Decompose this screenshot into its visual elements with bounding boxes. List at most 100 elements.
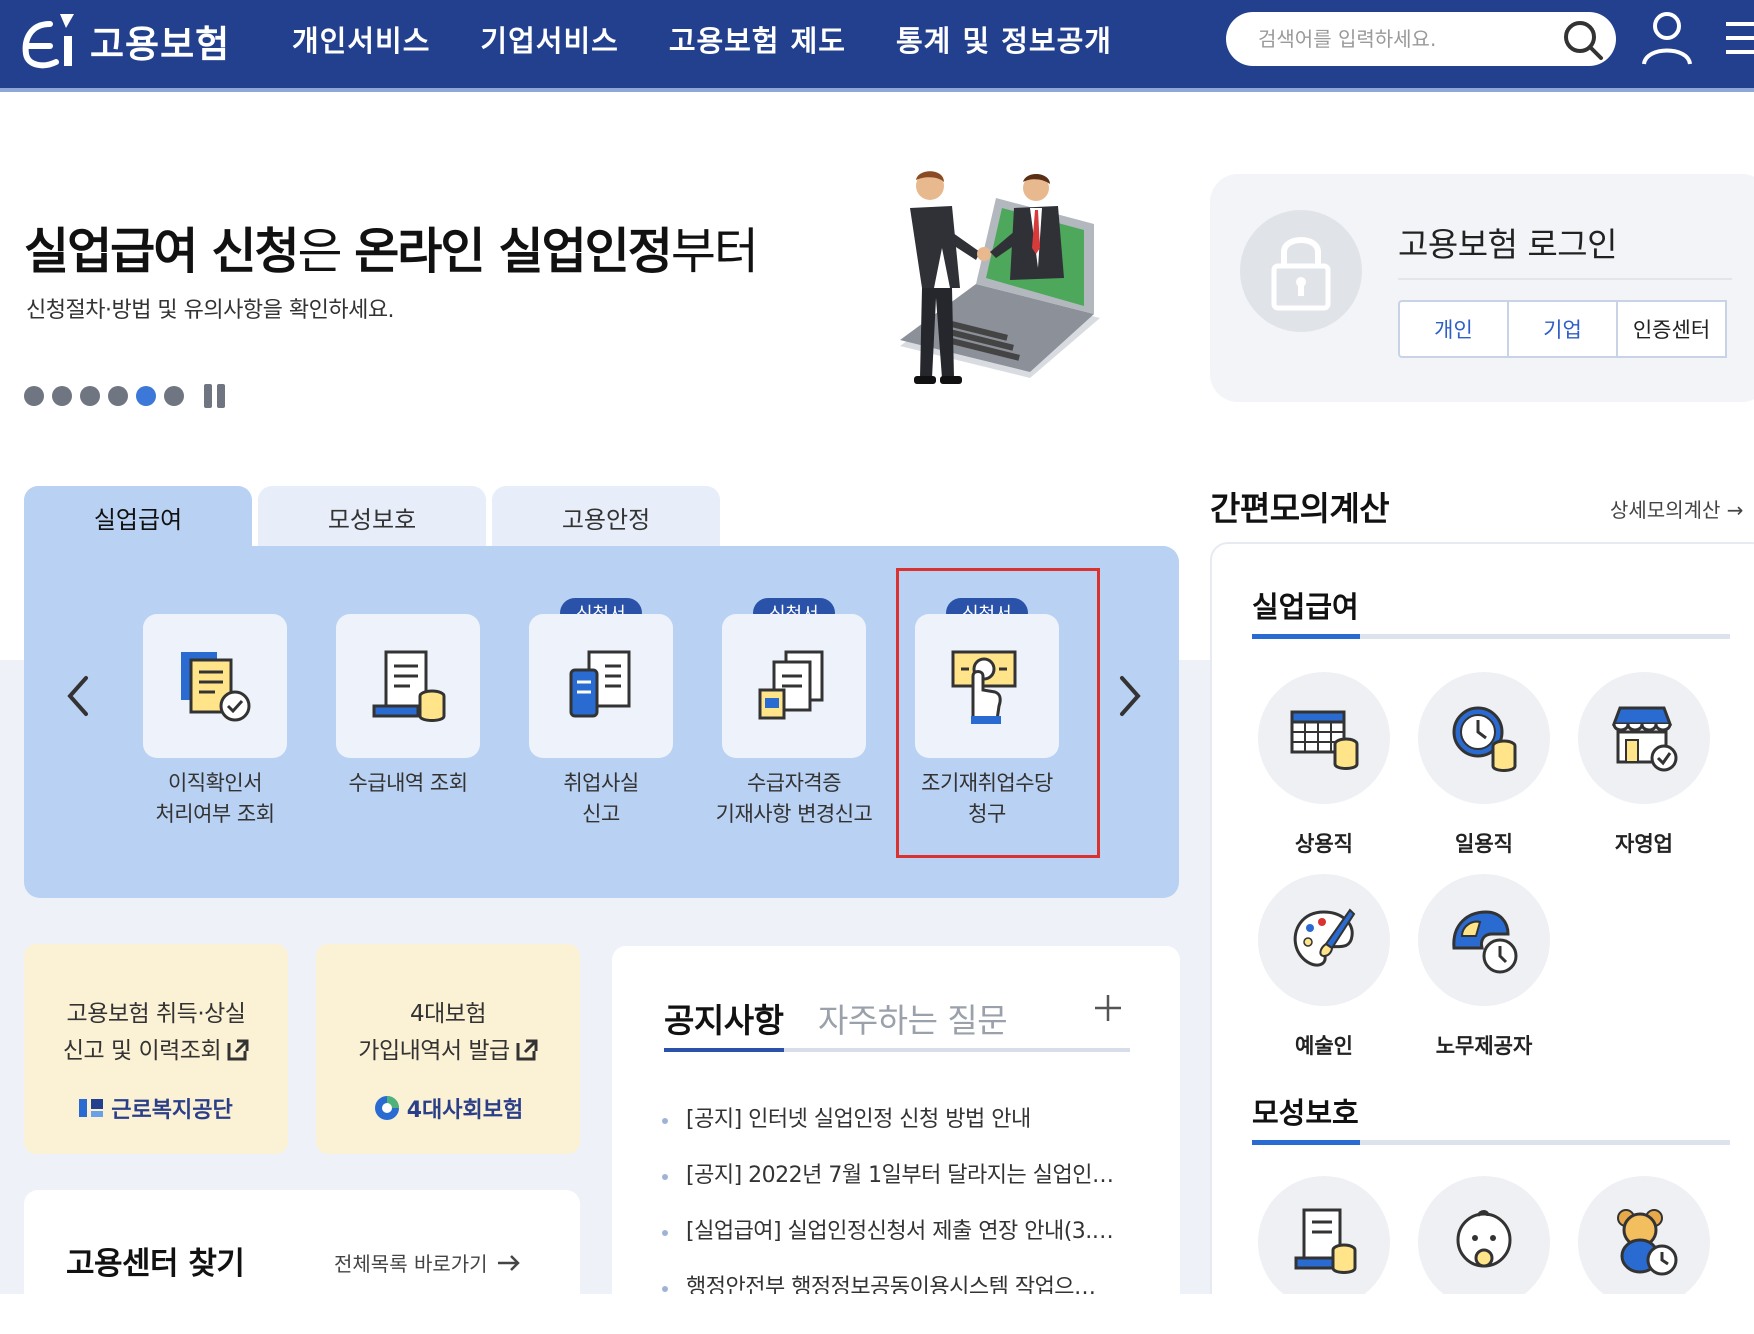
slide-dot[interactable] xyxy=(24,386,44,406)
clock-coins-icon xyxy=(1452,706,1517,772)
center-list-link[interactable]: 전체목록 바로가기 xyxy=(334,1248,522,1277)
quick-card-insurance-history[interactable]: 고용보험 취득·상실 신고 및 이력조회 근로복지공단 xyxy=(24,944,288,1154)
notice-item[interactable]: [공지] 2022년 7월 1일부터 달라지는 실업인… xyxy=(662,1148,1132,1204)
sim-section-bar-active xyxy=(1252,634,1360,639)
sim-label: 예술인 xyxy=(1295,1034,1353,1058)
nav-statistics[interactable]: 통계 및 정보공개 xyxy=(896,18,1112,60)
login-personal-button[interactable]: 개인 xyxy=(1398,300,1509,358)
service-resignation-check[interactable] xyxy=(143,614,287,758)
chevron-right-icon[interactable] xyxy=(1110,666,1150,726)
center-title: 고용센터 찾기 xyxy=(66,1246,245,1282)
quick-card-line: 고용보험 취득·상실 xyxy=(66,1001,246,1027)
quick-card-line: 신고 및 이력조회 xyxy=(24,1033,288,1070)
simulator-panel: 실업급여 상용직 일용직 자영업 예술인 노무제공자 모성보호 xyxy=(1210,542,1754,1334)
hero-title: 실업급여 신청은 온라인 실업인정부터 xyxy=(24,223,759,280)
document-check-icon xyxy=(181,652,251,722)
sim-icon-circle xyxy=(1578,672,1710,804)
sim-maternity-item-1[interactable] xyxy=(1258,1176,1390,1308)
sim-artist[interactable]: 예술인 xyxy=(1258,874,1390,1060)
sim-icon-circle xyxy=(1418,1176,1550,1308)
quick-card-text: 4대보험 가입내역서 발급 xyxy=(316,996,580,1070)
service-payment-history[interactable] xyxy=(336,614,480,758)
helmet-clock-icon xyxy=(1452,910,1518,974)
search-input[interactable] xyxy=(1258,22,1558,56)
quick-card-text: 고용보험 취득·상실 신고 및 이력조회 xyxy=(24,996,288,1070)
handshake-laptop-illustration xyxy=(900,171,1100,384)
sim-section-title: 모성보호 xyxy=(1252,1096,1359,1130)
nav-personal-service[interactable]: 개인서비스 xyxy=(292,18,430,60)
tab-employment-stability[interactable]: 고용안정 xyxy=(492,486,720,548)
quick-card-4insurance-certificate[interactable]: 4대보험 가입내역서 발급 4대사회보험 xyxy=(316,944,580,1154)
notice-list: [공지] 인터넷 실업인정 신청 방법 안내 [공지] 2022년 7월 1일부… xyxy=(662,1092,1132,1316)
org-logo-4insurance: 4대사회보험 xyxy=(316,1092,580,1124)
calendar-coins-icon xyxy=(1290,710,1359,770)
notice-tab-underline-active xyxy=(664,1048,784,1052)
tab-notice[interactable]: 공지사항 xyxy=(664,994,784,1042)
search-bar xyxy=(1226,12,1616,66)
service-label: 취업사실 신고 xyxy=(563,771,639,826)
plus-icon[interactable] xyxy=(1092,992,1124,1024)
org-logo-kcomwel: 근로복지공단 xyxy=(24,1092,288,1124)
sim-icon-circle xyxy=(1258,672,1390,804)
slide-dot-active[interactable] xyxy=(136,386,156,406)
4insurance-logo-icon xyxy=(374,1096,399,1120)
slide-indicator xyxy=(24,384,228,408)
service-employment-report[interactable] xyxy=(529,614,673,758)
sim-maternity-item-3[interactable] xyxy=(1578,1176,1710,1308)
sim-icon-circle xyxy=(1258,1176,1390,1308)
main-nav: 개인서비스 기업서비스 고용보험 제도 통계 및 정보공개 xyxy=(292,18,1112,60)
external-link-icon xyxy=(516,1039,538,1061)
slide-dot[interactable] xyxy=(52,386,72,406)
sim-icon-circle xyxy=(1258,874,1390,1006)
slide-dot[interactable] xyxy=(80,386,100,406)
kcomwel-logo-icon xyxy=(79,1099,104,1117)
sim-section-title: 실업급여 xyxy=(1252,590,1359,624)
menu-icon[interactable] xyxy=(1718,16,1754,60)
sim-maternity-item-2[interactable] xyxy=(1418,1176,1550,1308)
service-label: 이직확인서 처리여부 조회 xyxy=(155,771,275,826)
site-logo[interactable]: 고용보험 xyxy=(20,10,230,72)
quick-card-line: 가입내역서 발급 xyxy=(316,1033,580,1070)
baby-face-icon xyxy=(1456,1210,1512,1268)
search-icon[interactable] xyxy=(1560,17,1606,63)
slide-dot[interactable] xyxy=(164,386,184,406)
chevron-left-icon[interactable] xyxy=(58,666,98,726)
pause-icon[interactable] xyxy=(202,384,228,408)
notice-item[interactable]: [공지] 인터넷 실업인정 신청 방법 안내 xyxy=(662,1092,1132,1148)
logo-text: 고용보험 xyxy=(90,23,231,66)
center-link-label: 전체목록 바로가기 xyxy=(334,1252,488,1276)
palette-brush-icon xyxy=(1293,908,1356,967)
sim-section-bar-active xyxy=(1252,1140,1360,1145)
tab-faq[interactable]: 자주하는 질문 xyxy=(818,994,1008,1042)
store-check-icon xyxy=(1611,706,1678,772)
sim-icon-circle xyxy=(1418,672,1550,804)
documents-stack-icon xyxy=(758,650,824,720)
service-eligibility-change[interactable] xyxy=(722,614,866,758)
sim-label: 자영업 xyxy=(1615,832,1673,856)
external-link-icon xyxy=(227,1039,249,1061)
tab-unemployment-benefit[interactable]: 실업급여 xyxy=(24,486,252,548)
nav-corporate-service[interactable]: 기업서비스 xyxy=(480,18,618,60)
scroll-coins-icon xyxy=(372,650,446,722)
user-icon[interactable] xyxy=(1640,8,1694,68)
sim-label: 일용직 xyxy=(1455,832,1513,856)
login-button-group: 개인 기업 인증센터 xyxy=(1398,300,1727,358)
sim-icon-circle xyxy=(1418,874,1550,1006)
nav-insurance-system[interactable]: 고용보험 제도 xyxy=(669,18,846,60)
sim-label: 상용직 xyxy=(1295,832,1353,856)
slide-dot[interactable] xyxy=(108,386,128,406)
login-cert-center-button[interactable]: 인증센터 xyxy=(1616,300,1727,358)
sim-regular-worker[interactable]: 상용직 xyxy=(1258,672,1390,858)
login-corporate-button[interactable]: 기업 xyxy=(1507,300,1618,358)
sim-labor-provider[interactable]: 노무제공자 xyxy=(1418,874,1550,1060)
notice-item[interactable]: [실업급여] 실업인정신청서 제출 연장 안내(3.… xyxy=(662,1204,1132,1260)
page-bottom-edge xyxy=(0,1294,1754,1334)
service-label: 수급내역 조회 xyxy=(348,771,468,795)
highlight-box xyxy=(896,568,1100,858)
simulator-title: 간편모의계산 xyxy=(1210,489,1390,528)
phone-document-icon xyxy=(569,650,631,718)
sim-self-employed[interactable]: 자영업 xyxy=(1578,672,1710,858)
tab-maternity-protection[interactable]: 모성보호 xyxy=(258,486,486,548)
detailed-simulator-link[interactable]: 상세모의계산 → xyxy=(1610,494,1744,523)
sim-daily-worker[interactable]: 일용직 xyxy=(1418,672,1550,858)
